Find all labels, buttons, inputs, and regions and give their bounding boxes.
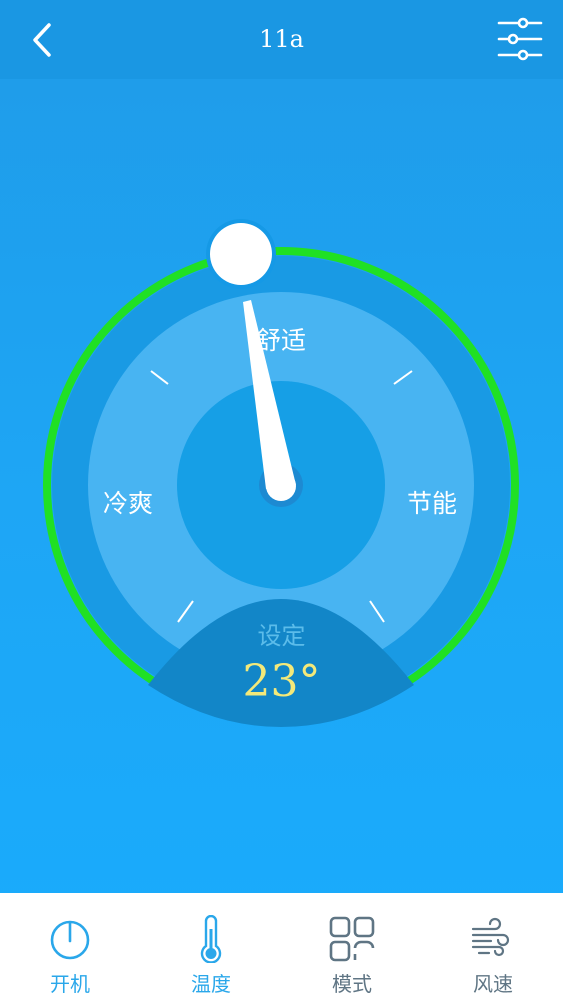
gauge-handle-knob <box>206 219 276 289</box>
power-icon <box>50 920 90 960</box>
settings-button[interactable] <box>496 16 544 62</box>
set-temperature-label: 设定 <box>257 622 306 650</box>
nav-wind-speed[interactable]: 风速 <box>423 893 563 1000</box>
nav-power[interactable]: 开机 <box>0 893 140 1000</box>
set-temperature-value: 23° <box>242 656 321 707</box>
wind-icon <box>471 917 510 957</box>
gauge-handle[interactable] <box>204 217 278 291</box>
nav-mode-label: 模式 <box>332 972 372 996</box>
mode-label-cool: 冷爽 <box>103 489 154 518</box>
top-bar: 11a <box>0 0 563 79</box>
mode-grid-icon <box>329 916 375 962</box>
sliders-icon <box>497 17 543 61</box>
mode-label-comfort: 舒适 <box>256 326 307 355</box>
page-title: 11a <box>259 25 304 53</box>
mode-label-eco: 节能 <box>407 489 458 518</box>
nav-wind-speed-label: 风速 <box>473 972 513 996</box>
thermometer-icon <box>200 915 222 963</box>
nav-mode[interactable]: 模式 <box>282 893 422 1000</box>
bottom-nav: 开机 温度 模式 风速 <box>0 893 563 1000</box>
temperature-gauge: 舒适 冷爽 节能 设定 23° <box>0 79 563 779</box>
nav-power-label: 开机 <box>50 972 90 996</box>
nav-temperature-label: 温度 <box>191 972 231 996</box>
nav-temperature[interactable]: 温度 <box>141 893 281 1000</box>
